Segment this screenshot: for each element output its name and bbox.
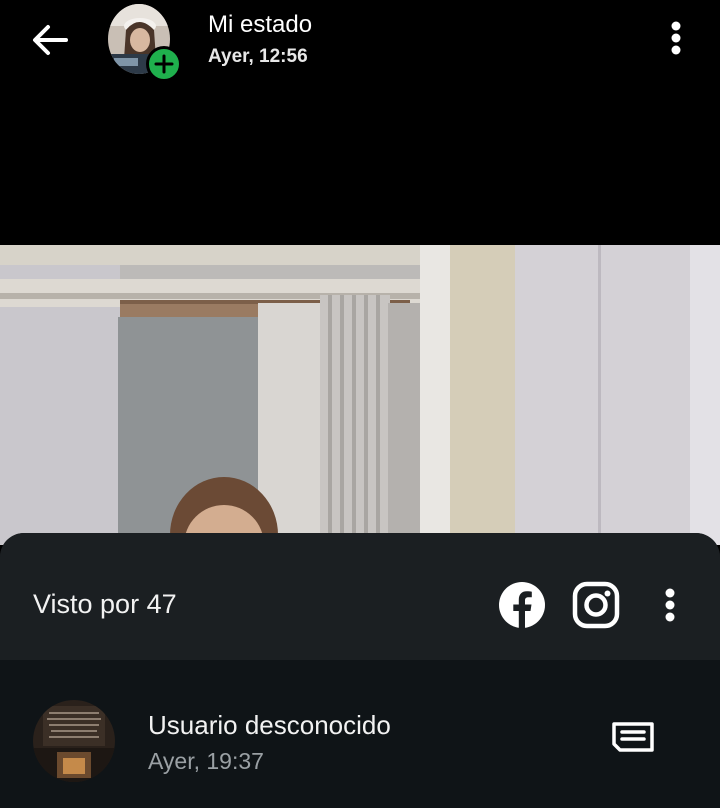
avatar[interactable] [33,700,115,782]
status-photo[interactable] [0,245,720,545]
viewed-by-count: Visto por 47 [33,589,177,619]
header-menu-button[interactable] [656,16,696,60]
status-timestamp: Ayer, 12:56 [208,46,308,67]
add-status-button[interactable] [146,46,182,82]
arrow-left-icon [33,25,68,55]
instagram-icon [572,581,620,629]
sheet-menu-button[interactable] [654,583,686,627]
page-title: Mi estado [208,11,313,38]
back-button[interactable] [24,14,76,66]
viewers-sheet-header: Visto por 47 [0,533,720,660]
share-facebook-button[interactable] [498,581,546,629]
viewers-sheet: Visto por 47 Usuario desconocido Ayer, 1… [0,533,720,808]
reply-message-icon [612,722,654,752]
more-vertical-icon [671,21,681,55]
viewer-time: Ayer, 19:37 [148,748,264,774]
status-header: Mi estado Ayer, 12:56 [0,0,720,245]
viewer-list: Usuario desconocido Ayer, 19:37 [0,660,720,808]
plus-icon [154,54,174,74]
more-vertical-icon [665,588,675,622]
reply-button[interactable] [604,712,662,762]
viewer-name: Usuario desconocido [148,710,391,740]
share-instagram-button[interactable] [572,581,620,629]
profile-avatar-group[interactable] [108,4,182,82]
facebook-icon [499,582,545,628]
list-item[interactable]: Usuario desconocido Ayer, 19:37 [0,660,720,808]
